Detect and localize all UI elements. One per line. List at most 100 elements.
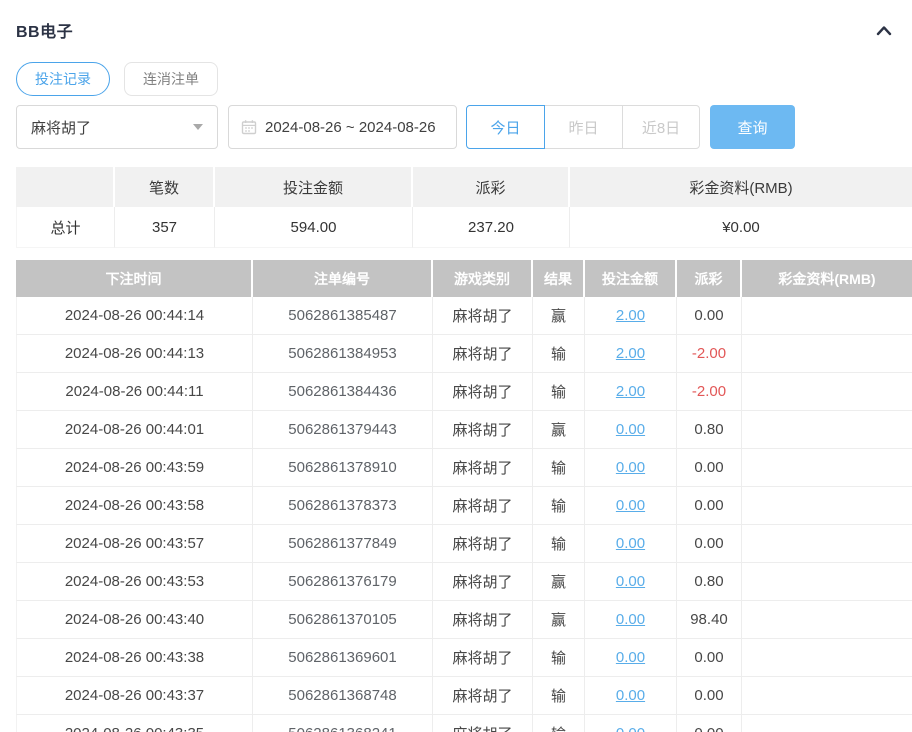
summary-total-row: 总计 357 594.00 237.20 ¥0.00 [16,207,912,248]
bet-amount-cell: 2.00 [585,297,677,335]
summary-total-bonus: ¥0.00 [570,207,912,248]
bet-time-cell: 2024-08-26 00:43:35 [16,715,253,732]
query-button[interactable]: 查询 [710,105,795,149]
caret-down-icon [193,124,203,130]
panel-header: BB电子 [16,18,896,42]
payout-cell: 0.00 [677,715,742,732]
result-cell: 赢 [533,601,585,639]
game-type-cell: 麻将胡了 [433,487,533,525]
bet-time-cell: 2024-08-26 00:44:01 [16,411,253,449]
bonus-cell [742,563,912,601]
tab-bar: 投注记录 连消注单 [16,62,896,96]
bet-amount-link[interactable]: 2.00 [616,307,645,324]
bonus-cell [742,601,912,639]
table-row: 2024-08-26 00:43:53 5062861376179 麻将胡了 赢… [16,563,912,601]
payout-cell: 0.00 [677,449,742,487]
tab-cancelled-orders[interactable]: 连消注单 [124,62,218,96]
bet-amount-cell: 0.00 [585,563,677,601]
page-title: BB电子 [16,18,73,42]
order-id-cell: 5062861384953 [253,335,433,373]
result-cell: 输 [533,373,585,411]
records-header-row: 下注时间 注单编号 游戏类别 结果 投注金额 派彩 彩金资料(RMB) [16,260,912,297]
bonus-cell [742,639,912,677]
bet-amount-link[interactable]: 0.00 [616,535,645,552]
bet-amount-link[interactable]: 0.00 [616,649,645,666]
quick-yesterday-button[interactable]: 昨日 [544,105,623,149]
bet-time-cell: 2024-08-26 00:43:58 [16,487,253,525]
bonus-cell [742,715,912,732]
records-header-game: 游戏类别 [433,260,533,297]
payout-cell: 0.00 [677,487,742,525]
bet-amount-cell: 0.00 [585,715,677,732]
chevron-up-icon[interactable] [874,20,894,40]
summary-header-row: 笔数 投注金额 派彩 彩金资料(RMB) [16,167,912,207]
bet-amount-link[interactable]: 2.00 [616,383,645,400]
bet-amount-link[interactable]: 0.00 [616,421,645,438]
table-row: 2024-08-26 00:44:13 5062861384953 麻将胡了 输… [16,335,912,373]
quick-last8days-button[interactable]: 近8日 [622,105,700,149]
records-header-bet: 投注金额 [585,260,677,297]
bonus-cell [742,525,912,563]
summary-header-blank [16,167,115,207]
game-type-cell: 麻将胡了 [433,715,533,732]
summary-total-payout: 237.20 [413,207,570,248]
records-header-result: 结果 [533,260,585,297]
bonus-cell [742,411,912,449]
payout-cell: 0.00 [677,639,742,677]
result-cell: 输 [533,335,585,373]
quick-date-group: 今日 昨日 近8日 [466,105,700,149]
bonus-cell [742,373,912,411]
result-cell: 输 [533,715,585,732]
game-type-cell: 麻将胡了 [433,677,533,715]
game-type-cell: 麻将胡了 [433,525,533,563]
tab-bet-records[interactable]: 投注记录 [16,62,110,96]
table-row: 2024-08-26 00:44:14 5062861385487 麻将胡了 赢… [16,297,912,335]
game-select[interactable]: 麻将胡了 [16,105,218,149]
result-cell: 输 [533,449,585,487]
bet-amount-link[interactable]: 0.00 [616,687,645,704]
payout-cell: 0.00 [677,677,742,715]
bet-time-cell: 2024-08-26 00:43:57 [16,525,253,563]
table-row: 2024-08-26 00:43:40 5062861370105 麻将胡了 赢… [16,601,912,639]
game-type-cell: 麻将胡了 [433,563,533,601]
quick-today-button[interactable]: 今日 [466,105,545,149]
payout-cell: 0.00 [677,297,742,335]
bet-amount-link[interactable]: 2.00 [616,345,645,362]
order-id-cell: 5062861384436 [253,373,433,411]
game-type-cell: 麻将胡了 [433,601,533,639]
summary-header-bonus: 彩金资料(RMB) [570,167,912,207]
bet-time-cell: 2024-08-26 00:44:13 [16,335,253,373]
bet-amount-link[interactable]: 0.00 [616,573,645,590]
bet-amount-cell: 0.00 [585,449,677,487]
bonus-cell [742,677,912,715]
result-cell: 赢 [533,411,585,449]
date-range-picker[interactable]: 2024-08-26 ~ 2024-08-26 [228,105,457,149]
bet-time-cell: 2024-08-26 00:44:11 [16,373,253,411]
result-cell: 输 [533,639,585,677]
bet-amount-cell: 2.00 [585,373,677,411]
records-header-payout: 派彩 [677,260,742,297]
order-id-cell: 5062861376179 [253,563,433,601]
result-cell: 输 [533,525,585,563]
bet-time-cell: 2024-08-26 00:43:37 [16,677,253,715]
bet-amount-link[interactable]: 0.00 [616,725,645,732]
game-type-cell: 麻将胡了 [433,297,533,335]
bet-amount-cell: 0.00 [585,411,677,449]
bet-amount-cell: 0.00 [585,525,677,563]
bonus-cell [742,297,912,335]
bet-amount-cell: 2.00 [585,335,677,373]
table-row: 2024-08-26 00:43:57 5062861377849 麻将胡了 输… [16,525,912,563]
table-row: 2024-08-26 00:43:37 5062861368748 麻将胡了 输… [16,677,912,715]
summary-table: 笔数 投注金额 派彩 彩金资料(RMB) 总计 357 594.00 237.2… [16,167,912,248]
bet-amount-link[interactable]: 0.00 [616,497,645,514]
bet-amount-link[interactable]: 0.00 [616,459,645,476]
payout-cell: 0.80 [677,411,742,449]
summary-header-payout: 派彩 [413,167,570,207]
bet-amount-link[interactable]: 0.00 [616,611,645,628]
payout-cell: 98.40 [677,601,742,639]
game-type-cell: 麻将胡了 [433,639,533,677]
result-cell: 输 [533,487,585,525]
order-id-cell: 5062861377849 [253,525,433,563]
payout-cell: 0.00 [677,525,742,563]
order-id-cell: 5062861385487 [253,297,433,335]
